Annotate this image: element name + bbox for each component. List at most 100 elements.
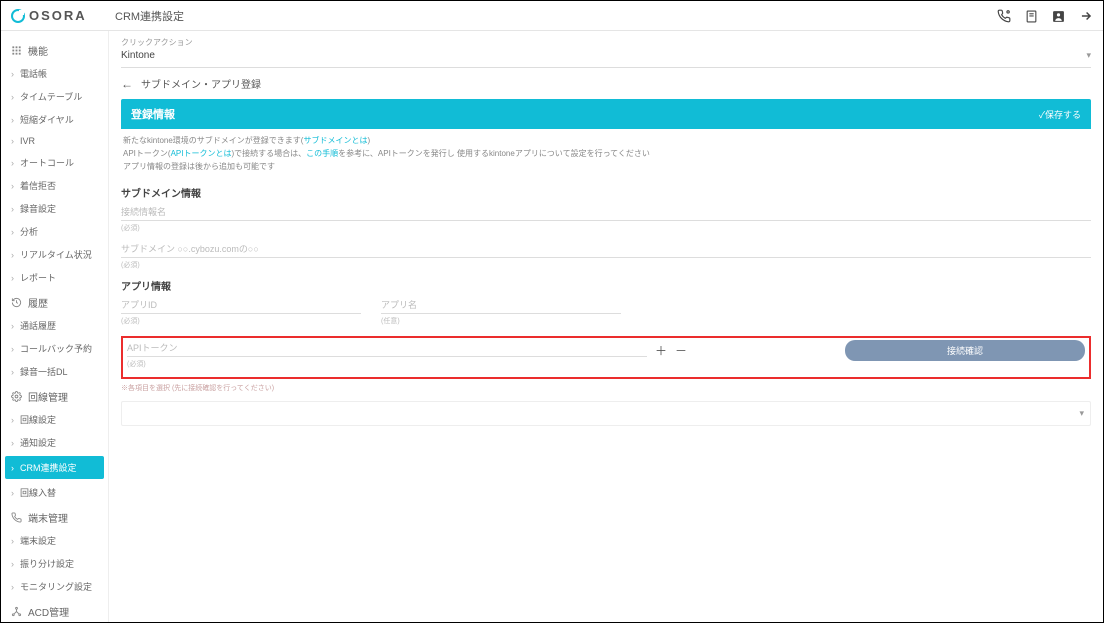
sidebar-item-label: 通知設定 (20, 436, 56, 449)
sidebar-item[interactable]: ›回線入替 (1, 481, 108, 504)
brand-text: OSORA (29, 8, 87, 23)
caret-down-icon: ▾ (1079, 408, 1084, 419)
note-text: ※各項目を選択 (先に接続確認を行ってください) (121, 383, 1091, 393)
section-label: 履歴 (28, 295, 48, 310)
subdomain-section-title: サブドメイン情報 (121, 185, 1091, 200)
field-connection-name: (必須) (121, 204, 1091, 233)
sidebar-item[interactable]: ›録音一括DL (1, 360, 108, 383)
sidebar-item[interactable]: › 通話履歴 (1, 314, 108, 337)
sidebar-item[interactable]: › モニタリング設定 (1, 575, 108, 598)
collapsed-panel[interactable]: ▾ (121, 401, 1091, 426)
breadcrumb: ← サブドメイン・アプリ登録 (121, 76, 1091, 91)
sidebar-item-label: モニタリング設定 (20, 580, 92, 593)
chevron-right-icon: › (11, 158, 14, 168)
sidebar-item-label: 振り分け設定 (20, 557, 74, 570)
back-arrow-icon[interactable]: ← (121, 77, 133, 91)
sidebar-item[interactable]: › 回線設定 (1, 408, 108, 431)
section-label: 回線管理 (28, 389, 68, 404)
sidebar-item-label: IVR (20, 136, 35, 146)
kintone-select[interactable]: Kintone ▾ (121, 50, 1091, 68)
sidebar-item-label: 分析 (20, 225, 38, 238)
sidebar-item[interactable]: › タイムテーブル (1, 85, 108, 108)
sidebar-item-label: 端末設定 (20, 534, 56, 547)
caret-down-icon: ▾ (1086, 50, 1091, 61)
sidebar-item[interactable]: ›振り分け設定 (1, 552, 108, 575)
topbar: OSORA CRM連携設定 (1, 1, 1103, 31)
highlighted-token-area: (必須) ＋ － 接続確認 (121, 336, 1091, 379)
chevron-right-icon: › (11, 536, 14, 546)
sidebar-item-label: オートコール (20, 156, 74, 169)
sidebar-item[interactable]: ›短縮ダイヤル (1, 108, 108, 131)
remove-token-icon[interactable]: － (675, 342, 687, 359)
sidebar-item[interactable]: › オートコール (1, 151, 108, 174)
connection-check-button[interactable]: 接続確認 (845, 340, 1085, 361)
chevron-right-icon: › (11, 415, 14, 425)
sidebar-section: 回線管理 (1, 383, 108, 408)
sidebar-item-label: 通話履歴 (20, 319, 56, 332)
sidebar-item-label: リアルタイム状況 (20, 248, 92, 261)
chevron-right-icon: › (11, 488, 14, 498)
sidebar: 機能›電話帳›タイムテーブル›短縮ダイヤル›IVR›オートコール›着信拒否›録音… (1, 31, 109, 622)
chevron-right-icon: › (11, 438, 14, 448)
chevron-right-icon: › (11, 250, 14, 260)
click-action-label: クリックアクション (121, 37, 1091, 48)
app-id-input[interactable] (121, 297, 361, 314)
chevron-right-icon: › (11, 582, 14, 592)
app-section-title: アプリ情報 (121, 278, 1091, 293)
chevron-right-icon: › (11, 344, 14, 354)
section-icon (11, 512, 22, 524)
sidebar-section: 履歴 (1, 289, 108, 314)
connection-name-hint: (必須) (121, 223, 1091, 233)
field-subdomain: (必須) (121, 241, 1091, 270)
sidebar-item[interactable]: ›IVR (1, 131, 108, 151)
field-app-id: (必須) (121, 297, 361, 326)
chevron-right-icon: › (11, 321, 14, 331)
sidebar-item[interactable]: › 端末設定 (1, 529, 108, 552)
sidebar-item[interactable]: › リアルタイム状況 (1, 243, 108, 266)
sidebar-item-label: 回線設定 (20, 413, 56, 426)
sidebar-item[interactable]: ›分析 (1, 220, 108, 243)
section-icon (11, 606, 22, 618)
topbar-icons (997, 8, 1093, 24)
link-procedure[interactable]: この手順 (306, 149, 338, 158)
field-app-name: (任意) (381, 297, 621, 326)
logout-icon[interactable] (1079, 8, 1093, 24)
link-subdomain-help[interactable]: サブドメインとは (303, 136, 367, 145)
field-api-token: (必須) (127, 340, 647, 369)
sidebar-item[interactable]: ›着信拒否 (1, 174, 108, 197)
app-id-hint: (必須) (121, 316, 361, 326)
sidebar-item[interactable]: ›電話帳 (1, 62, 108, 85)
section-label: ACD管理 (28, 604, 69, 619)
sidebar-item-label: 短縮ダイヤル (20, 113, 74, 126)
subdomain-hint: (必須) (121, 260, 1091, 270)
sidebar-item[interactable]: ›コールバック予約 (1, 337, 108, 360)
phone-settings-icon[interactable] (997, 8, 1011, 24)
app-name-input[interactable] (381, 297, 621, 314)
subdomain-input[interactable] (121, 241, 1091, 258)
sidebar-item[interactable]: › 通知設定 (1, 431, 108, 454)
connection-name-input[interactable] (121, 204, 1091, 221)
api-token-input[interactable] (127, 340, 647, 357)
logo: OSORA (11, 8, 107, 23)
main-content: クリックアクション Kintone ▾ ← サブドメイン・アプリ登録 登録情報 … (109, 31, 1103, 622)
notes-icon[interactable] (1025, 8, 1038, 24)
sidebar-item[interactable]: ›CRM連携設定 (5, 456, 104, 479)
sidebar-item[interactable]: ›レポート (1, 266, 108, 289)
save-button[interactable]: ✓保存する (1039, 108, 1081, 121)
section-label: 端末管理 (28, 510, 68, 525)
sidebar-section: ACD管理 (1, 598, 108, 622)
sidebar-item[interactable]: › 録音設定 (1, 197, 108, 220)
sidebar-section: 機能 (1, 37, 108, 62)
chevron-right-icon: › (11, 204, 14, 214)
page-title: CRM連携設定 (115, 8, 184, 24)
chevron-right-icon: › (11, 69, 14, 79)
link-apitoken-help[interactable]: APIトークンとは (171, 149, 232, 158)
chevron-right-icon: › (11, 92, 14, 102)
sidebar-item-label: 録音設定 (20, 202, 56, 215)
add-token-icon[interactable]: ＋ (655, 342, 667, 359)
sidebar-item-label: タイムテーブル (20, 90, 82, 103)
sidebar-item-label: 録音一括DL (20, 365, 68, 378)
api-token-hint: (必須) (127, 359, 647, 369)
sidebar-item-label: レポート (20, 271, 56, 284)
user-icon[interactable] (1052, 8, 1065, 24)
